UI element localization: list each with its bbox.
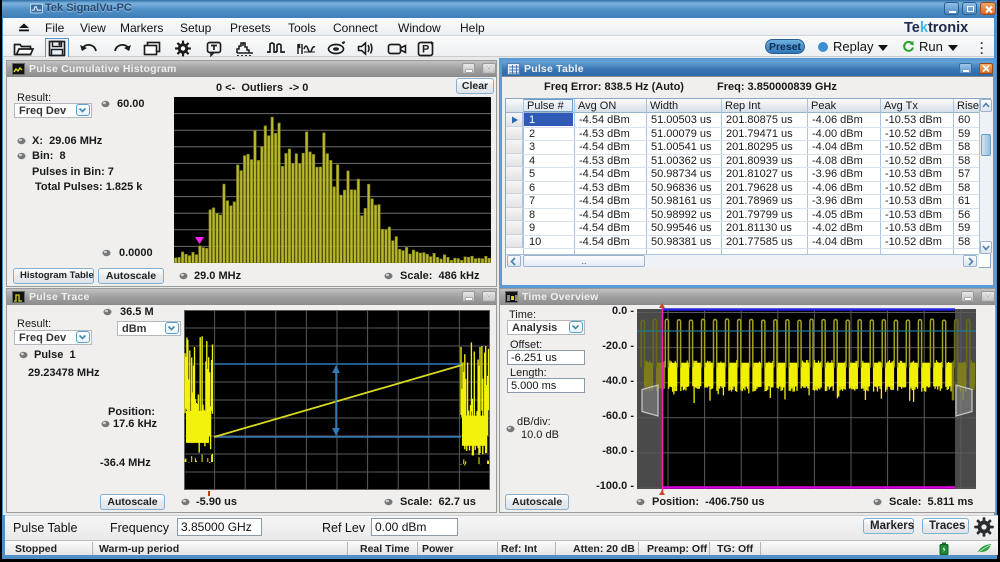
svg-text:P: P xyxy=(422,44,429,56)
